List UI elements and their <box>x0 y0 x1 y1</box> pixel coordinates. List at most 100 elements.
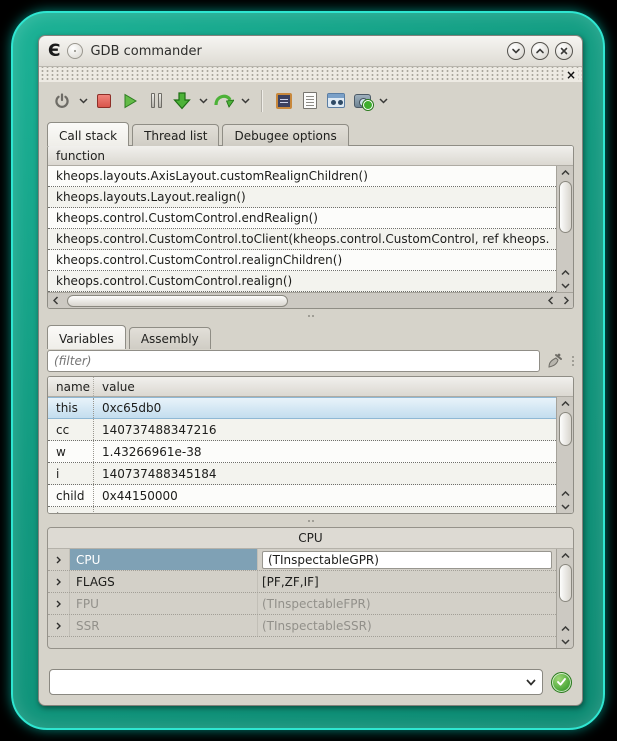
scroll-right-icon[interactable] <box>558 294 573 307</box>
scrollbar-thumb[interactable] <box>559 181 572 233</box>
power-dropdown-button[interactable] <box>77 90 89 112</box>
disassembly-button[interactable] <box>273 90 295 112</box>
step-over-dropdown-button[interactable] <box>239 90 251 112</box>
watches-button[interactable] <box>325 90 347 112</box>
scrollbar-thumb[interactable] <box>559 564 572 602</box>
cpu-register-row[interactable]: FLAGS [PF,ZF,IF] <box>48 571 556 593</box>
tab-debugee-options[interactable]: Debugee options <box>222 124 348 146</box>
variables-vertical-scrollbar[interactable] <box>556 397 573 513</box>
scroll-up-icon[interactable] <box>558 397 573 410</box>
broom-icon <box>546 352 564 370</box>
step-into-dropdown-button[interactable] <box>197 90 209 112</box>
scroll-up-icon[interactable] <box>558 622 573 635</box>
callstack-row[interactable]: kheops.control.CustomControl.toClient(kh… <box>48 229 556 250</box>
chevron-down-icon <box>79 98 88 104</box>
cpu-register-row[interactable]: SSR (TInspectableSSR) <box>48 615 556 637</box>
pause-button[interactable] <box>145 90 167 112</box>
scroll-up-icon[interactable] <box>558 266 573 279</box>
send-command-button[interactable] <box>551 672 572 693</box>
maximize-button[interactable] <box>531 42 549 60</box>
step-into-button[interactable] <box>171 90 193 112</box>
variable-value: 1.43266961e-38 <box>94 511 202 514</box>
variables-header[interactable]: name value <box>48 377 573 397</box>
scroll-up-icon[interactable] <box>558 166 573 179</box>
cpu-register-row[interactable]: CPU (TInspectableGPR) <box>48 549 556 571</box>
command-input[interactable] <box>50 670 520 694</box>
variables-panel: name value this 0xc65db0 cc 140737488347… <box>47 376 574 514</box>
column-header-value[interactable]: value <box>94 380 135 394</box>
minimize-button[interactable] <box>507 42 525 60</box>
add-inspector-button[interactable] <box>351 90 373 112</box>
column-header-name[interactable]: name <box>48 377 94 396</box>
variables-list: this 0xc65db0 cc 140737488347216 w 1.432… <box>48 397 573 513</box>
tab-variables[interactable]: Variables <box>47 325 126 349</box>
gdb-command-combobox[interactable] <box>49 669 543 695</box>
chevron-down-icon <box>379 98 388 104</box>
panel-splitter[interactable] <box>39 514 582 527</box>
cpu-register-row[interactable]: FPU (TInspectableFPR) <box>48 593 556 615</box>
splitter-grip[interactable] <box>572 356 574 366</box>
memory-button[interactable] <box>299 90 321 112</box>
callstack-row[interactable]: kheops.control.CustomControl.realignChil… <box>48 250 556 271</box>
scroll-down-icon[interactable] <box>558 635 573 648</box>
run-button[interactable] <box>119 90 141 112</box>
variables-filter-row <box>39 348 582 376</box>
tab-call-stack[interactable]: Call stack <box>47 122 129 146</box>
callstack-panel: function kheops.layouts.AxisLayout.custo… <box>47 145 574 309</box>
chevron-down-icon <box>241 98 250 104</box>
callstack-row[interactable]: kheops.layouts.AxisLayout.customRealignC… <box>48 166 556 187</box>
register-value: (TInspectableFPR) <box>258 593 556 614</box>
expand-chevron-icon[interactable] <box>48 571 70 592</box>
scroll-up-icon[interactable] <box>558 487 573 500</box>
dock-handle[interactable]: × <box>39 67 582 82</box>
variable-name: child <box>48 485 94 506</box>
scroll-left-icon[interactable] <box>543 294 558 307</box>
expand-chevron-icon[interactable] <box>48 615 70 636</box>
variable-row[interactable]: cc 140737488347216 <box>48 419 556 441</box>
tab-thread-list[interactable]: Thread list <box>132 124 219 146</box>
scroll-down-icon[interactable] <box>558 279 573 292</box>
add-inspector-dropdown-button[interactable] <box>377 90 389 112</box>
close-button[interactable] <box>555 42 573 60</box>
step-over-button[interactable] <box>213 90 235 112</box>
stop-button[interactable] <box>93 90 115 112</box>
scroll-up-icon[interactable] <box>558 549 573 562</box>
callstack-row[interactable]: kheops.layouts.Layout.realign() <box>48 187 556 208</box>
variable-row[interactable]: this 0xc65db0 <box>48 397 556 419</box>
scroll-down-icon[interactable] <box>558 500 573 513</box>
tab-assembly[interactable]: Assembly <box>129 327 211 349</box>
callstack-header[interactable]: function <box>48 146 573 166</box>
variable-value: 0x44150000 <box>94 489 178 503</box>
scrollbar-thumb[interactable] <box>67 295 288 307</box>
callstack-vertical-scrollbar[interactable] <box>556 166 573 292</box>
scroll-left-icon[interactable] <box>48 294 63 307</box>
variable-row[interactable]: i 140737488345184 <box>48 463 556 485</box>
window-menu-button[interactable] <box>67 43 83 59</box>
clear-filter-button[interactable] <box>546 352 564 370</box>
variable-name: this <box>48 398 94 418</box>
chevron-down-icon <box>526 679 536 686</box>
register-value-editor[interactable]: (TInspectableGPR) <box>262 551 552 569</box>
cpu-group: CPU CPU (TInspectableGPR) FLAGS [PF,ZF,I… <box>47 527 574 649</box>
callstack-row[interactable]: kheops.control.CustomControl.realign() <box>48 271 556 292</box>
power-button[interactable] <box>51 90 73 112</box>
callstack-horizontal-scrollbar[interactable] <box>48 292 573 308</box>
variable-row[interactable]: w 1.43266961e-38 <box>48 441 556 463</box>
scrollbar-thumb[interactable] <box>559 412 572 446</box>
cpu-vertical-scrollbar[interactable] <box>556 549 573 648</box>
close-icon <box>559 46 569 56</box>
combobox-dropdown-button[interactable] <box>520 679 542 686</box>
callstack-header-function[interactable]: function <box>48 149 105 163</box>
callstack-row[interactable]: kheops.control.CustomControl.endRealign(… <box>48 208 556 229</box>
dock-close-icon[interactable]: × <box>564 70 578 80</box>
expand-chevron-icon[interactable] <box>48 549 70 570</box>
titlebar[interactable]: Є GDB commander <box>39 36 582 67</box>
variable-row[interactable]: h 1.43266961e-38 <box>48 507 556 513</box>
debug-toolbar <box>39 82 582 119</box>
expand-chevron-icon[interactable] <box>48 593 70 614</box>
window-title: GDB commander <box>90 44 201 59</box>
variable-row[interactable]: child 0x44150000 <box>48 485 556 507</box>
panel-splitter[interactable] <box>39 309 582 322</box>
chevron-down-icon <box>511 46 521 56</box>
filter-input[interactable] <box>47 350 540 372</box>
